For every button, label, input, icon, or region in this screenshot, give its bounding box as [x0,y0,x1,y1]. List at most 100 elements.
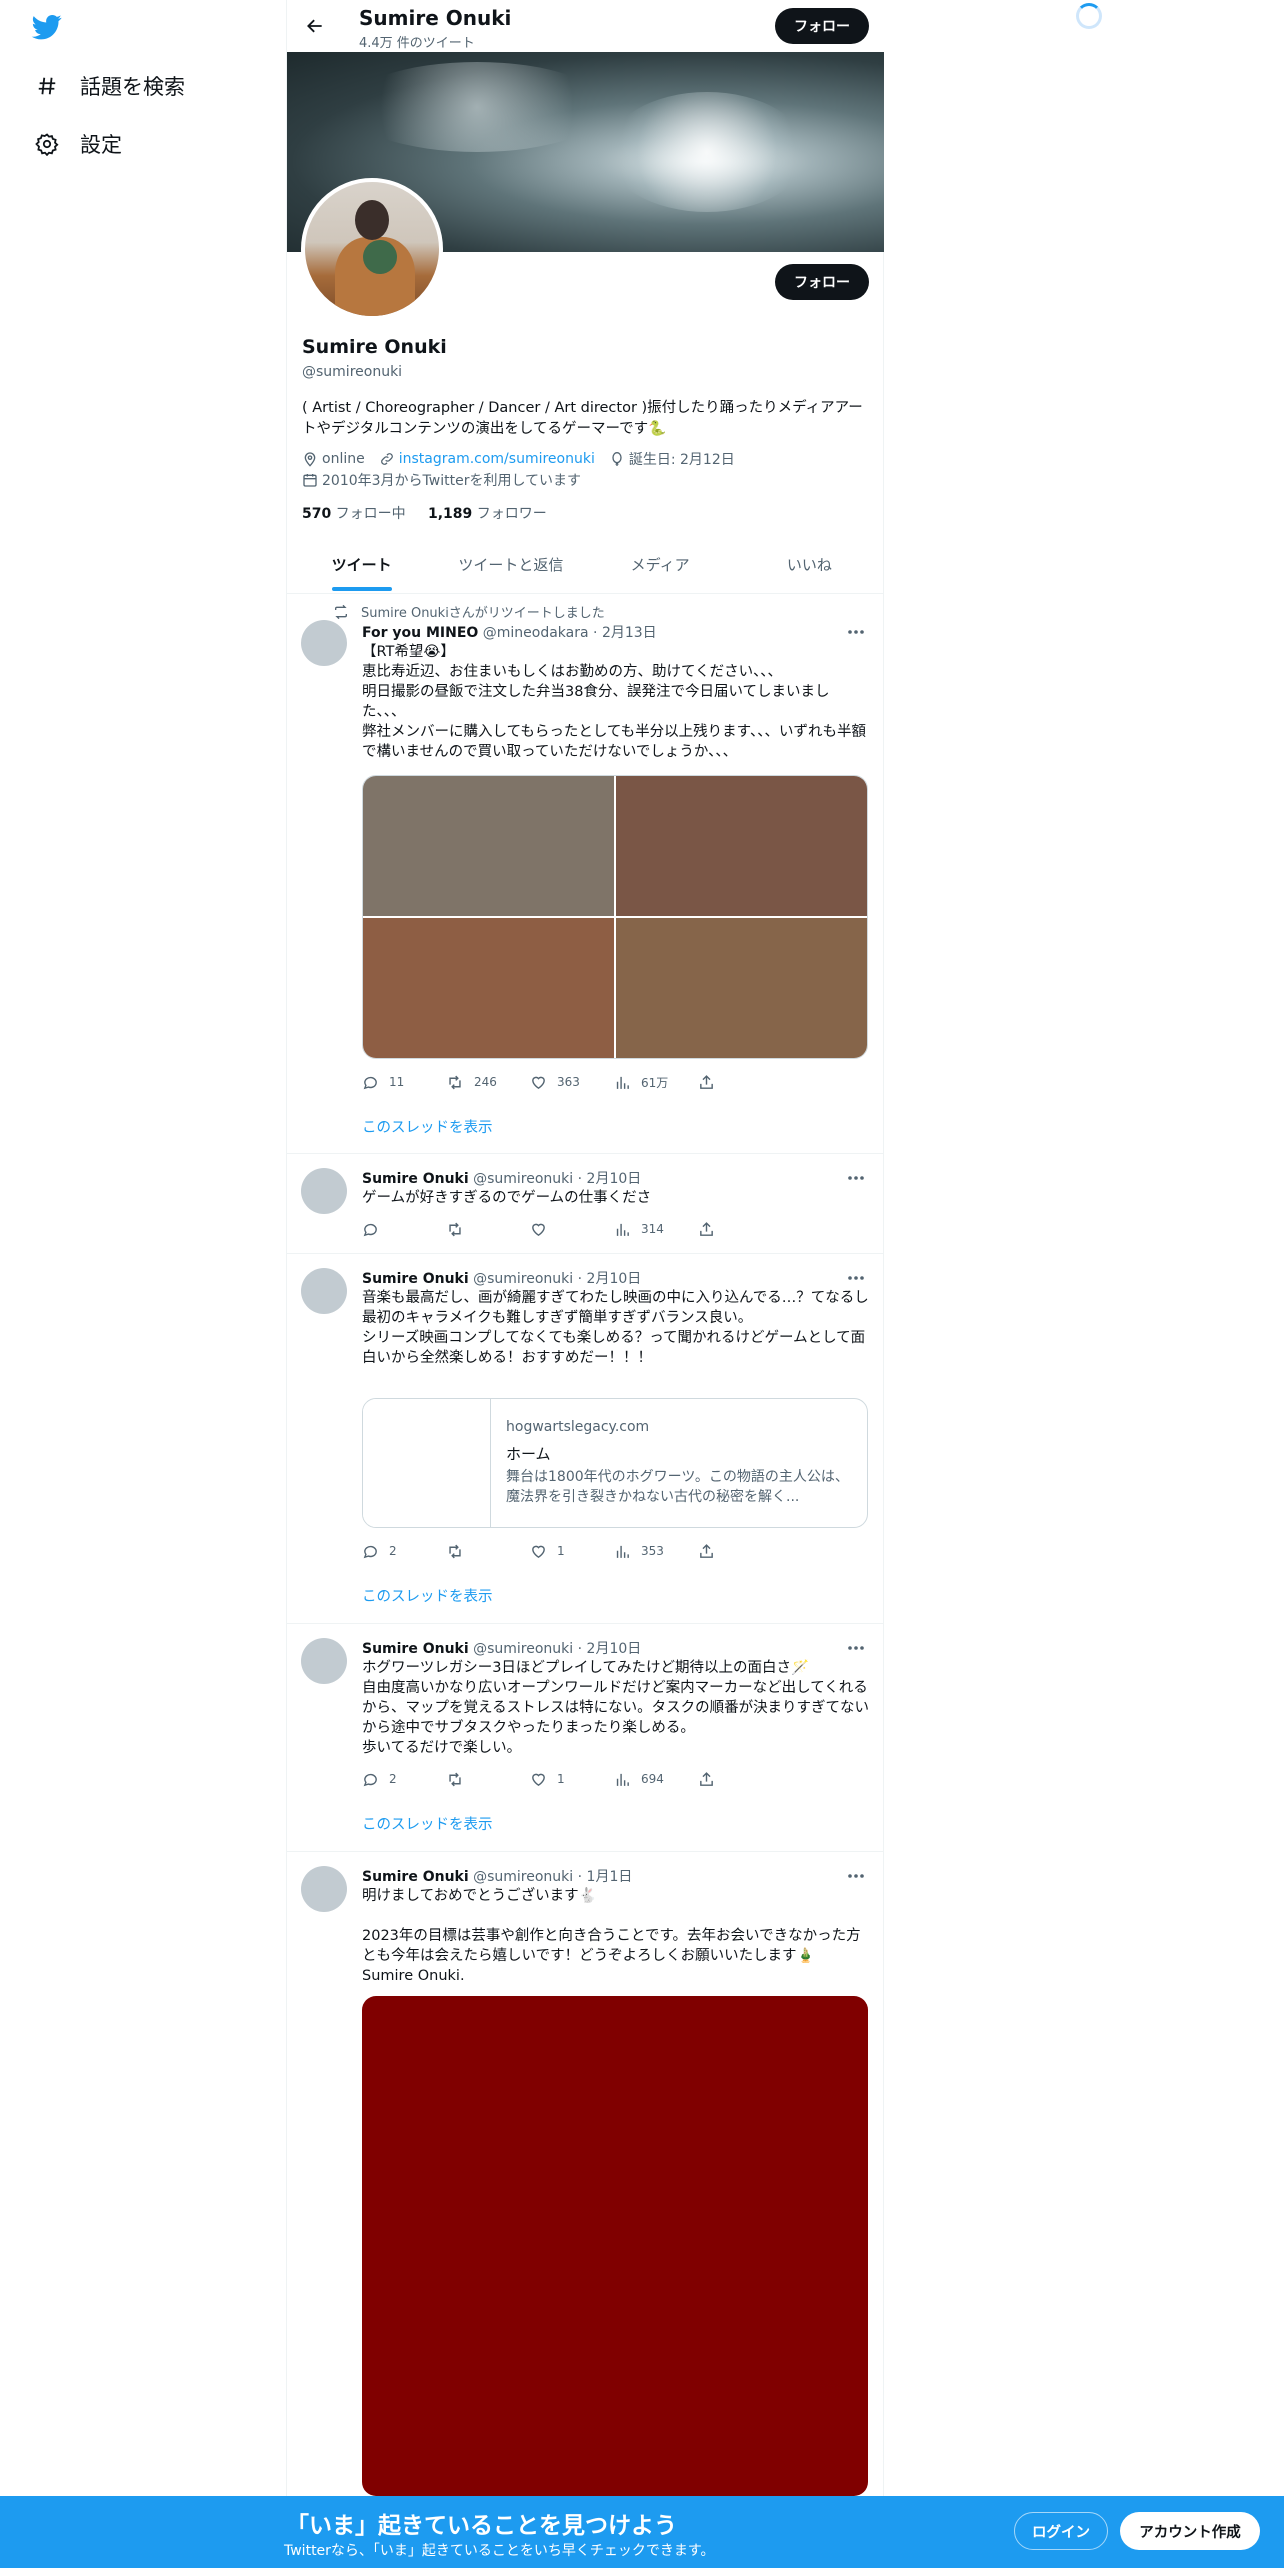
like-button[interactable]: 1 [530,1540,614,1562]
header-tweet-count: 4.4万 件のツイート [359,36,475,51]
login-button[interactable]: ログイン [1014,2512,1108,2550]
tab-tweets-and-replies[interactable]: ツイートと返信 [436,542,585,593]
retweet-icon [449,1772,461,1786]
like-button[interactable] [530,1218,614,1240]
show-thread-link[interactable]: このスレッドを表示 [362,1585,493,1606]
share-icon [700,1074,713,1089]
tweet-header: Sumire Onuki @sumireonuki · 1月1日 [362,1866,632,1886]
tweet-date[interactable]: 2月10日 [587,1271,642,1287]
profile-follow-button[interactable]: フォロー [775,264,869,300]
tweet-image[interactable] [362,1996,868,2496]
back-arrow-icon[interactable] [301,12,329,40]
reply-button[interactable]: 11 [362,1071,446,1093]
heart-icon [532,1545,545,1558]
tweet-author-name[interactable]: Sumire Onuki [362,1271,469,1287]
twitter-logo-icon[interactable] [30,12,66,44]
tweet-dot: · [593,625,598,641]
sidebar-item-explore[interactable]: 話題を検索 [34,66,185,106]
reply-icon [363,1773,377,1786]
share-button[interactable] [698,1218,782,1240]
tweet-author-name[interactable]: Sumire Onuki [362,1869,469,1885]
profile-column: Sumire Onuki 4.4万 件のツイート フォロー フォロー Sumir… [286,0,884,2568]
tweet-dot: · [577,1271,583,1287]
retweet-button[interactable] [446,1540,530,1562]
sidebar-item-label: 設定 [80,133,122,157]
more-options-icon[interactable] [846,622,866,642]
avatar[interactable] [301,1638,347,1684]
link-preview-domain: hogwartslegacy.com [506,1419,650,1435]
avatar[interactable] [301,1168,347,1214]
tweet[interactable]: Sumire Onuki @sumireonuki · 1月1日 明けましておめ… [287,1852,884,2496]
chart-bars-icon [616,1076,629,1089]
tweet-date[interactable]: 2月10日 [587,1641,642,1657]
signup-button[interactable]: アカウント作成 [1120,2512,1260,2550]
tweet-date[interactable]: 2月13日 [602,625,657,641]
following-link[interactable]: 570 フォロー中 [302,506,406,522]
share-icon [700,1543,713,1558]
views-button[interactable]: 353 [614,1540,698,1562]
tweet-author-handle[interactable]: @mineodakara [483,625,589,641]
avatar-figure [355,200,389,240]
more-options-icon[interactable] [846,1866,866,1886]
view-count: 353 [641,1544,664,1558]
profile-website[interactable]: instagram.com/sumireonuki [379,451,595,467]
share-button[interactable] [698,1768,782,1790]
tweet[interactable]: Sumire Onukiさんがリツイートしました For you MINEO @… [287,594,884,1154]
tweet-author-name[interactable]: Sumire Onuki [362,1641,469,1657]
tweet-date[interactable]: 1月1日 [587,1869,633,1885]
show-thread-link[interactable]: このスレッドを表示 [362,1813,493,1834]
tab-media[interactable]: メディア [586,542,735,593]
tweet-author-name[interactable]: Sumire Onuki [362,1171,469,1187]
views-button[interactable]: 694 [614,1768,698,1790]
header-follow-button[interactable]: フォロー [775,8,869,44]
avatar[interactable] [301,1866,347,1912]
avatar[interactable] [301,620,347,666]
reply-button[interactable] [362,1218,446,1240]
more-options-icon[interactable] [846,1268,866,1288]
views-button[interactable]: 61万 [614,1071,698,1093]
tweet-image[interactable] [616,776,867,916]
avatar[interactable] [301,1268,347,1314]
show-thread-link[interactable]: このスレッドを表示 [362,1116,493,1137]
share-button[interactable] [698,1071,782,1093]
reply-button[interactable]: 2 [362,1540,446,1562]
tweet-author-handle[interactable]: @sumireonuki [473,1641,573,1657]
retweet-button[interactable] [446,1768,530,1790]
reply-count: 11 [389,1075,405,1089]
followers-link[interactable]: 1,189 フォロワー [428,506,547,522]
profile-avatar[interactable] [301,178,443,320]
retweet-button[interactable] [446,1218,530,1240]
tweet-author-handle[interactable]: @sumireonuki [473,1869,573,1885]
tweet-image[interactable] [616,918,867,1058]
profile-tabs: ツイート ツイートと返信 メディア いいね [287,542,884,594]
like-button[interactable]: 363 [530,1071,614,1093]
views-button[interactable]: 314 [614,1218,698,1240]
tweet[interactable]: Sumire Onuki @sumireonuki · 2月10日 ゲームが好き… [287,1154,884,1254]
tab-tweets[interactable]: ツイート [287,542,436,593]
signup-prompt-subtitle: Twitterなら、「いま」起きていることをいち早くチェックできます。 [284,2543,715,2559]
reply-button[interactable]: 2 [362,1768,446,1790]
chart-bars-icon [616,1223,629,1236]
profile-website-link[interactable]: instagram.com/sumireonuki [399,451,595,467]
share-button[interactable] [698,1540,782,1562]
link-preview-card[interactable]: hogwartslegacy.com ホーム 舞台は1800年代のホグワーツ。こ… [362,1398,868,1528]
profile-joined-text: 2010年3月からTwitterを利用しています [322,473,582,489]
tweet[interactable]: Sumire Onuki @sumireonuki · 2月10日 ホグワーツレ… [287,1624,884,1852]
banner-highlight [607,92,807,212]
tweet-image[interactable] [363,918,614,1058]
loading-spinner-icon [1076,3,1102,29]
tab-likes[interactable]: いいね [735,542,884,593]
retweet-button[interactable]: 246 [446,1071,530,1093]
tweet-dot: · [577,1641,583,1657]
more-options-icon[interactable] [846,1638,866,1658]
share-icon [700,1221,713,1236]
like-button[interactable]: 1 [530,1768,614,1790]
tweet[interactable]: Sumire Onuki @sumireonuki · 2月10日 音楽も最高だ… [287,1254,884,1624]
tweet-author-handle[interactable]: @sumireonuki [473,1171,573,1187]
sidebar-item-settings[interactable]: 設定 [34,124,122,164]
tweet-date[interactable]: 2月10日 [587,1171,642,1187]
tweet-image[interactable] [363,776,614,916]
tweet-author-handle[interactable]: @sumireonuki [473,1271,573,1287]
tweet-author-name[interactable]: For you MINEO [362,625,478,641]
more-options-icon[interactable] [846,1168,866,1188]
